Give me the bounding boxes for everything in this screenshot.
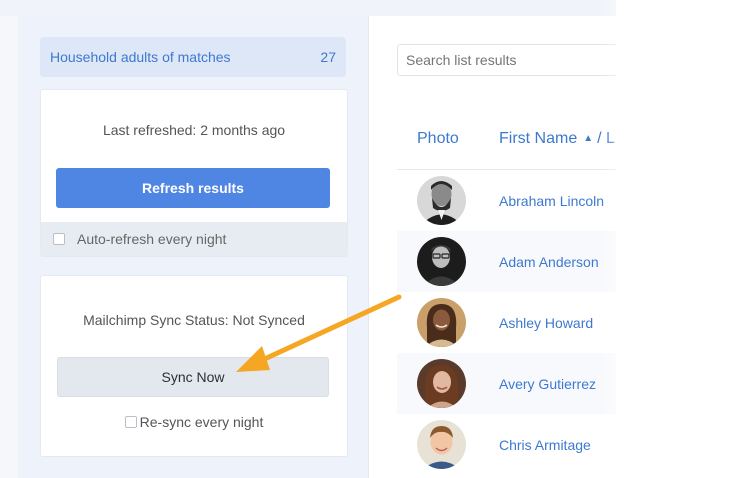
annotation-arrow-icon	[236, 294, 402, 372]
